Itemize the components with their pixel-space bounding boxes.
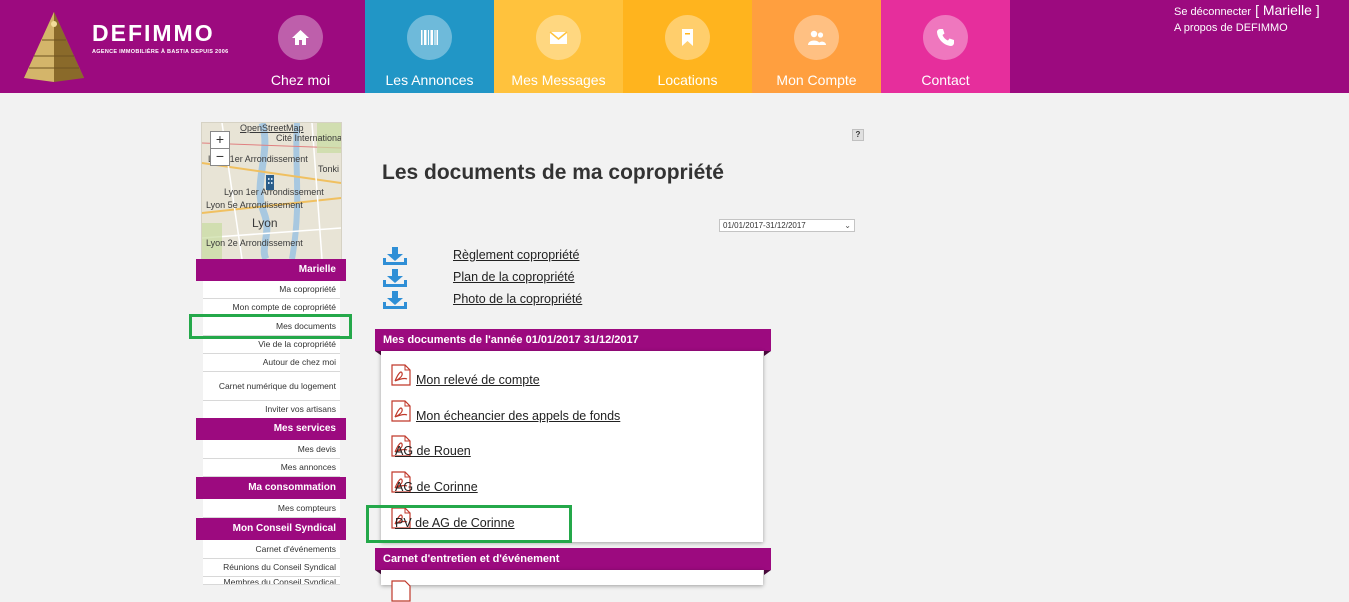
pyramid-logo-icon — [24, 12, 84, 82]
map-label: Lyon 5e Arrondissement — [206, 200, 303, 210]
nav-icon-circle — [278, 15, 323, 60]
nav-label: Les Annonces — [385, 72, 474, 88]
nav-icon-circle — [794, 15, 839, 60]
sidebar-item-inviter-artisans[interactable]: Inviter vos artisans — [203, 401, 340, 419]
carnet-panel-header: Carnet d'entretien et d'événement — [375, 548, 771, 575]
nav-mes-messages[interactable]: Mes Messages — [494, 0, 623, 93]
sidebar-item-reunions-conseil[interactable]: Réunions du Conseil Syndical — [203, 559, 340, 577]
map-attribution[interactable]: OpenStreetMap — [240, 123, 304, 133]
sidebar-section-mes-services: Mes services — [196, 418, 346, 440]
brand-name: DEFIMMO — [92, 20, 215, 46]
users-icon — [808, 30, 826, 45]
nav-label: Locations — [657, 72, 718, 88]
highlight-box-pv-ag — [366, 505, 572, 543]
pdf-icon — [391, 400, 411, 422]
panel-title: Mes documents de l'année 01/01/2017 31/1… — [383, 334, 639, 346]
download-icon — [383, 291, 407, 309]
document-link[interactable]: AG de Rouen — [395, 444, 471, 458]
sidebar-item-ma-copropriete[interactable]: Ma copropriété — [203, 281, 340, 299]
envelope-icon — [549, 31, 568, 44]
user-box: Se déconnecter [ Marielle ] A propos de D… — [1174, 2, 1320, 34]
defimmo-logo[interactable]: DEFIMMO AGENCE IMMOBILIÈRE À BASTIA DEPU… — [18, 10, 248, 86]
map-label: Lyon 2e Arrondissement — [206, 238, 303, 248]
nav-label: Contact — [921, 72, 970, 88]
user-name: [ Marielle ] — [1255, 2, 1320, 18]
page-title: Les documents de ma copropriété — [382, 161, 724, 184]
sidebar-item-mes-annonces[interactable]: Mes annonces — [203, 459, 340, 477]
sidebar-section-conseil-syndical: Mon Conseil Syndical — [196, 518, 346, 540]
sidebar-item-autour-chez-moi[interactable]: Autour de chez moi — [203, 354, 340, 372]
sidebar-item-membres-conseil[interactable]: Membres du Conseil Syndical — [203, 577, 340, 585]
phone-icon — [937, 29, 954, 46]
download-icon — [383, 269, 407, 287]
highlight-box-mes-documents — [189, 314, 352, 339]
sidebar-item-mes-devis[interactable]: Mes devis — [203, 440, 340, 459]
building-marker-icon[interactable] — [263, 173, 277, 191]
about-link[interactable]: A propos de DEFIMMO — [1174, 22, 1320, 34]
sidebar-section-ma-consommation: Ma consommation — [196, 477, 346, 499]
panel-title: Carnet d'entretien et d'événement — [383, 553, 560, 565]
chevron-down-icon: ⌄ — [844, 221, 851, 230]
map-label: Lyon — [252, 216, 278, 230]
nav-icon-circle — [923, 15, 968, 60]
nav-locations[interactable]: Locations — [623, 0, 752, 93]
nav-contact[interactable]: Contact — [881, 0, 1010, 93]
sidebar-item-mes-compteurs[interactable]: Mes compteurs — [203, 499, 340, 518]
pdf-icon — [391, 580, 411, 602]
documents-panel-header: Mes documents de l'année 01/01/2017 31/1… — [375, 329, 771, 356]
logout-link[interactable]: Se déconnecter — [1174, 6, 1251, 18]
nav-les-annonces[interactable]: Les Annonces — [365, 0, 494, 93]
map-label: Cité Internationa — [276, 133, 342, 143]
home-icon — [292, 30, 309, 45]
sidebar-item-carnet-evenements[interactable]: Carnet d'événements — [203, 540, 340, 559]
nav-icon-circle — [665, 15, 710, 60]
nav-label: Mon Compte — [776, 72, 857, 88]
nav-label: Mes Messages — [511, 72, 606, 88]
document-link[interactable]: Mon écheancier des appels de fonds — [416, 409, 620, 423]
barcode-icon — [421, 30, 438, 45]
nav-mon-compte[interactable]: Mon Compte — [752, 0, 881, 93]
nav-chez-moi[interactable]: Chez moi — [236, 0, 365, 93]
map-zoom-out-button[interactable]: − — [210, 148, 230, 166]
nav-icon-circle — [536, 15, 581, 60]
bookmark-icon — [682, 29, 693, 46]
sidebar-section-marielle: Marielle — [196, 259, 346, 281]
map-label: Tonki — [318, 164, 340, 174]
brand-tagline: AGENCE IMMOBILIÈRE À BASTIA DEPUIS 2006 — [92, 49, 229, 55]
nav-icon-circle — [407, 15, 452, 60]
download-icon — [383, 247, 407, 265]
pdf-icon — [391, 364, 411, 386]
map-zoom-in-button[interactable]: + — [210, 131, 230, 149]
download-link[interactable]: Photo de la copropriété — [453, 292, 582, 306]
download-link[interactable]: Plan de la copropriété — [453, 270, 575, 284]
sidebar-item-carnet-numerique[interactable]: Carnet numérique du logement — [203, 372, 340, 401]
help-icon[interactable]: ? — [852, 129, 864, 141]
location-map[interactable]: OpenStreetMap Cité Internationa Lyon 1er… — [201, 122, 342, 260]
nav-label: Chez moi — [270, 72, 331, 88]
top-header: DEFIMMO AGENCE IMMOBILIÈRE À BASTIA DEPU… — [0, 0, 1349, 93]
download-link[interactable]: Règlement copropriété — [453, 248, 579, 262]
carnet-panel — [381, 570, 763, 602]
document-link[interactable]: AG de Corinne — [395, 480, 478, 494]
document-link[interactable]: Mon relevé de compte — [416, 373, 540, 387]
period-select[interactable]: 01/01/2017-31/12/2017 ⌄ — [719, 219, 855, 232]
period-select-value: 01/01/2017-31/12/2017 — [723, 221, 806, 230]
